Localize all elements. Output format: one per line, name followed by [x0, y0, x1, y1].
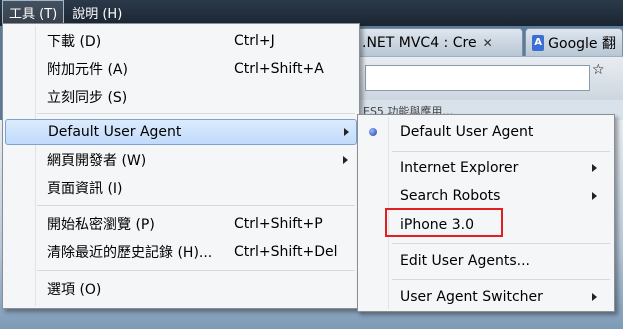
menu-item-shortcut: Ctrl+Shift+A — [234, 61, 324, 77]
menu-item-page-info[interactable]: 頁面資訊 (I) — [5, 175, 357, 201]
menu-separator — [37, 270, 355, 271]
menu-item-label: 下載 (D) — [47, 34, 102, 50]
menu-item-label: Edit User Agents... — [400, 253, 531, 269]
radio-selected-icon — [369, 128, 377, 136]
chevron-right-icon — [343, 156, 348, 164]
menu-item-web-developer[interactable]: 網頁開發者 (W) — [5, 147, 357, 173]
tab-google-translate[interactable]: A Google 翻 — [525, 28, 623, 56]
menu-item-private-browsing[interactable]: 開始私密瀏覽 (P) Ctrl+Shift+P — [5, 211, 357, 237]
menu-item-label: Default User Agent — [48, 124, 182, 140]
bookmark-star-icon[interactable]: ☆ — [592, 62, 605, 78]
menu-item-shortcut: Ctrl+Shift+Del — [234, 244, 338, 260]
tab-label: .NET MVC4 : Cre — [362, 34, 477, 51]
tab-strip: .NET MVC4 : Cre ✕ A Google 翻 — [355, 28, 623, 56]
tab-label: Google 翻 — [548, 35, 616, 52]
menu-bar: 工具 (T) 說明 (H) — [0, 0, 160, 25]
menu-item-label: 網頁開發者 (W) — [47, 153, 147, 169]
menu-help[interactable]: 說明 (H) — [66, 1, 128, 24]
menu-item-default-user-agent[interactable]: Default User Agent — [5, 119, 357, 145]
menu-separator — [392, 243, 610, 244]
submenu-item-edit-user-agents[interactable]: Edit User Agents... — [360, 248, 612, 274]
menu-item-label: 附加元件 (A) — [47, 62, 128, 78]
tools-menu: 下載 (D) Ctrl+J 附加元件 (A) Ctrl+Shift+A 立刻同步… — [2, 23, 360, 309]
menu-separator — [392, 151, 610, 152]
submenu-item-default-user-agent[interactable]: Default User Agent — [360, 119, 612, 145]
submenu-item-user-agent-switcher[interactable]: User Agent Switcher — [360, 284, 612, 310]
chevron-right-icon — [592, 192, 597, 200]
chevron-right-icon — [344, 128, 349, 136]
chevron-right-icon — [592, 293, 597, 301]
tab-aspnet[interactable]: .NET MVC4 : Cre ✕ — [355, 28, 523, 56]
menu-item-label: User Agent Switcher — [400, 289, 543, 305]
close-icon[interactable]: ✕ — [483, 36, 493, 50]
google-translate-icon: A — [532, 34, 545, 51]
menu-item-label: 立刻同步 (S) — [47, 90, 128, 106]
menu-separator — [37, 113, 355, 114]
menu-item-downloads[interactable]: 下載 (D) Ctrl+J — [5, 28, 357, 54]
menu-item-clear-history[interactable]: 清除最近的歷史記錄 (H)... Ctrl+Shift+Del — [5, 239, 357, 265]
submenu-item-internet-explorer[interactable]: Internet Explorer — [360, 155, 612, 181]
navigation-toolbar — [355, 56, 623, 100]
submenu-item-search-robots[interactable]: Search Robots — [360, 183, 612, 209]
menu-item-shortcut: Ctrl+Shift+P — [234, 216, 323, 232]
menu-item-label: 清除最近的歷史記錄 (H)... — [47, 245, 213, 261]
menu-item-label: 開始私密瀏覽 (P) — [47, 217, 155, 233]
menu-item-addons[interactable]: 附加元件 (A) Ctrl+Shift+A — [5, 56, 357, 82]
menu-tools[interactable]: 工具 (T) — [2, 0, 65, 25]
annotation-highlight-box — [385, 208, 503, 237]
menu-item-sync-now[interactable]: 立刻同步 (S) — [5, 84, 357, 110]
menu-separator — [37, 205, 355, 206]
menu-item-label: 頁面資訊 (I) — [47, 181, 123, 197]
address-field[interactable] — [365, 65, 590, 91]
menu-item-label: 選項 (O) — [47, 282, 102, 298]
menu-item-shortcut: Ctrl+J — [234, 33, 275, 49]
menu-item-options[interactable]: 選項 (O) — [5, 276, 357, 302]
menu-item-label: Internet Explorer — [400, 160, 519, 176]
chevron-right-icon — [592, 164, 597, 172]
menu-separator — [392, 279, 610, 280]
menu-item-label: Default User Agent — [400, 124, 534, 140]
menu-item-label: Search Robots — [400, 188, 501, 204]
